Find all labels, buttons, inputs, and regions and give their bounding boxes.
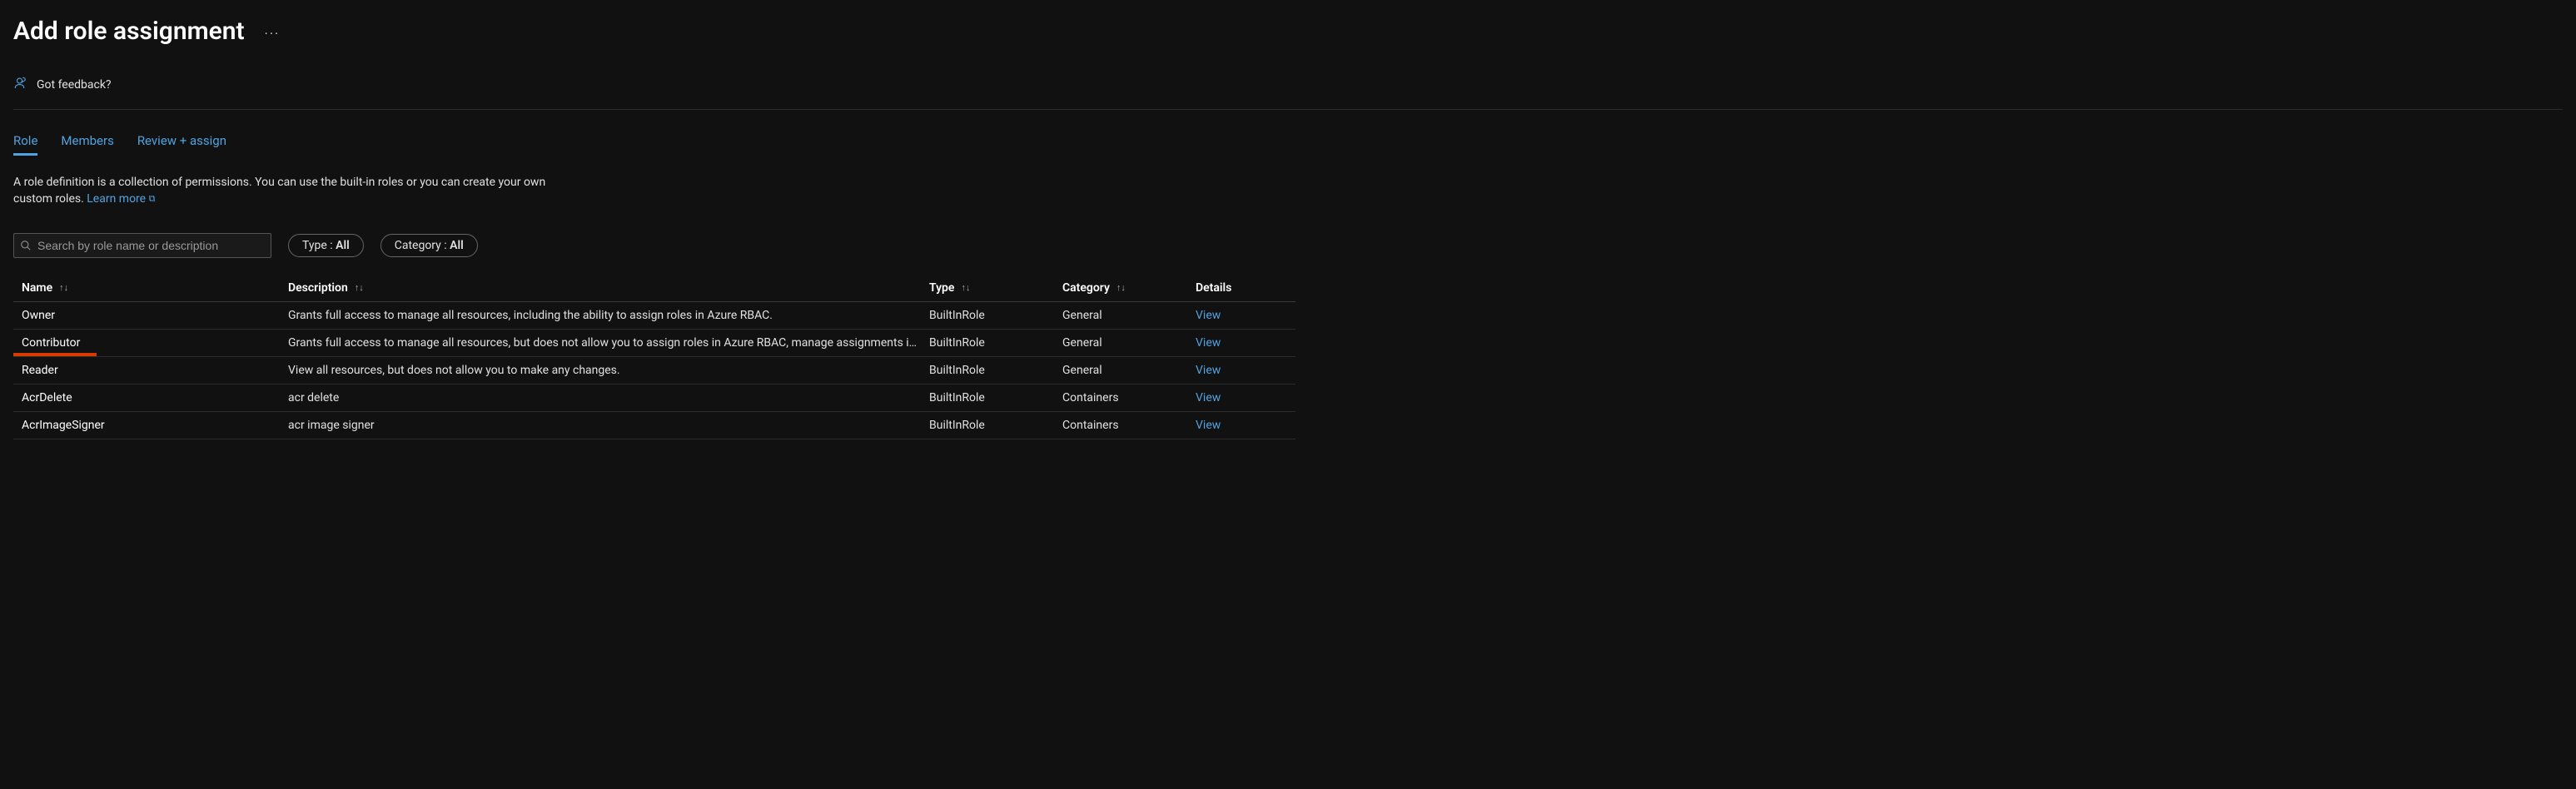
table-row[interactable]: ContributorGrants full access to manage … [13, 330, 1295, 357]
page-title: Add role assignment [13, 17, 245, 46]
role-category: Containers [1062, 391, 1196, 404]
role-category: General [1062, 336, 1196, 350]
column-header-details: Details [1196, 281, 1304, 295]
tab-review-assign[interactable]: Review + assign [137, 133, 226, 156]
category-filter[interactable]: Category : All [380, 234, 478, 257]
feedback-label: Got feedback? [37, 78, 112, 92]
type-filter[interactable]: Type : All [288, 234, 364, 257]
tab-role[interactable]: Role [13, 133, 37, 156]
view-details-link[interactable]: View [1196, 364, 1304, 377]
sort-icon: ↑↓ [59, 282, 68, 293]
sort-icon: ↑↓ [1116, 282, 1126, 293]
sort-icon: ↑↓ [961, 282, 970, 293]
column-header-type[interactable]: Type↑↓ [929, 281, 1062, 295]
role-category: General [1062, 364, 1196, 377]
column-header-description[interactable]: Description↑↓ [288, 281, 929, 295]
search-wrapper [13, 233, 271, 258]
view-details-link[interactable]: View [1196, 419, 1304, 432]
role-name: AcrDelete [22, 391, 288, 404]
role-type: BuiltInRole [929, 336, 1062, 350]
view-details-link[interactable]: View [1196, 336, 1304, 350]
table-row[interactable]: ReaderView all resources, but does not a… [13, 357, 1295, 385]
learn-more-link[interactable]: Learn more ⧉ [87, 192, 155, 206]
role-category: Containers [1062, 419, 1196, 432]
feedback-link[interactable]: Got feedback? [13, 71, 2563, 110]
role-name: Reader [22, 364, 288, 377]
table-row[interactable]: OwnerGrants full access to manage all re… [13, 302, 1295, 330]
table-row[interactable]: AcrImageSigneracr image signerBuiltInRol… [13, 412, 1295, 439]
external-link-icon: ⧉ [149, 193, 156, 204]
role-name: Contributor [22, 336, 288, 350]
role-type: BuiltInRole [929, 364, 1062, 377]
view-details-link[interactable]: View [1196, 309, 1304, 322]
intro-text: A role definition is a collection of per… [13, 174, 546, 208]
feedback-icon [13, 76, 28, 94]
roles-table: Name↑↓ Description↑↓ Type↑↓ Category↑↓ D… [13, 275, 1295, 439]
role-category: General [1062, 309, 1196, 322]
table-header: Name↑↓ Description↑↓ Type↑↓ Category↑↓ D… [13, 275, 1295, 302]
more-actions-button[interactable]: ··· [265, 21, 281, 42]
role-type: BuiltInRole [929, 391, 1062, 404]
sort-icon: ↑↓ [355, 282, 364, 293]
role-description: acr delete [288, 391, 929, 404]
column-header-name[interactable]: Name↑↓ [22, 281, 288, 295]
role-description: Grants full access to manage all resourc… [288, 309, 929, 322]
role-description: Grants full access to manage all resourc… [288, 336, 929, 350]
role-name: Owner [22, 309, 288, 322]
view-details-link[interactable]: View [1196, 391, 1304, 404]
search-icon [20, 240, 32, 251]
role-description: acr image signer [288, 419, 929, 432]
role-type: BuiltInRole [929, 419, 1062, 432]
table-row[interactable]: AcrDeleteacr deleteBuiltInRoleContainers… [13, 385, 1295, 412]
tabs: Role Members Review + assign [13, 133, 2563, 156]
role-description: View all resources, but does not allow y… [288, 364, 929, 377]
column-header-category[interactable]: Category↑↓ [1062, 281, 1196, 295]
role-name: AcrImageSigner [22, 419, 288, 432]
search-input[interactable] [13, 233, 271, 258]
tab-members[interactable]: Members [61, 133, 113, 156]
role-type: BuiltInRole [929, 309, 1062, 322]
